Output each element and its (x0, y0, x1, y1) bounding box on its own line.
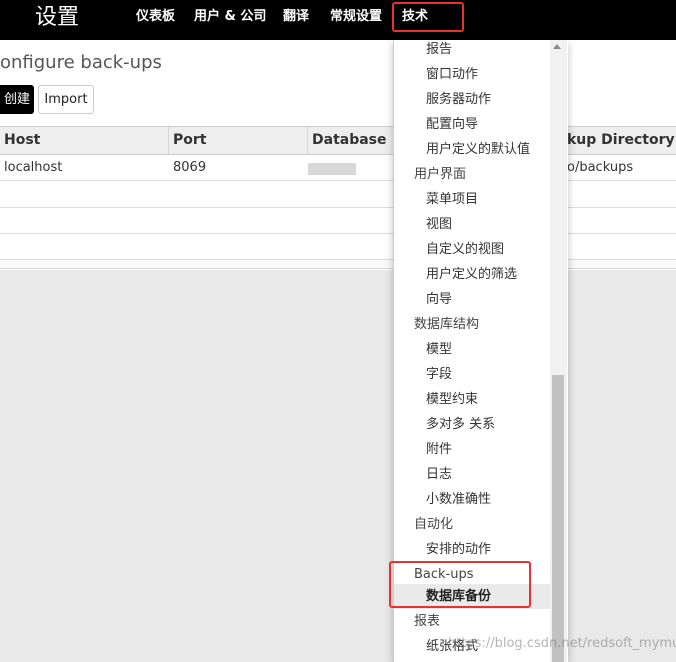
menu-item-logging[interactable]: 日志 (394, 462, 552, 487)
table-footer (0, 260, 676, 269)
nav-translations[interactable]: 翻译 (283, 0, 309, 40)
menu-item-models[interactable]: 模型 (394, 337, 552, 362)
menu-item-views[interactable]: 视图 (394, 212, 552, 237)
scroll-up-arrow-icon[interactable] (553, 44, 561, 49)
import-button[interactable]: Import (38, 85, 94, 114)
menu-item-user-defaults[interactable]: 用户定义的默认值 (394, 137, 552, 162)
menu-item-fields[interactable]: 字段 (394, 362, 552, 387)
menu-section-user-interface: 用户界面 (414, 167, 467, 182)
column-divider (307, 127, 308, 154)
empty-table-row (0, 208, 676, 234)
menu-section-reporting: 报表 (414, 614, 441, 629)
cell-host: localhost (4, 160, 63, 175)
menu-item-many2many-relations[interactable]: 多对多 关系 (394, 412, 552, 437)
menu-item-server-actions[interactable]: 服务器动作 (394, 87, 552, 112)
nav-users-companies[interactable]: 用户 & 公司 (194, 0, 266, 40)
column-port[interactable]: Port (173, 127, 206, 154)
nav-dashboard[interactable]: 仪表板 (136, 0, 175, 40)
menu-item-wizards[interactable]: 向导 (394, 287, 552, 312)
table-header: Host Port Database kup Directory (0, 126, 676, 155)
cell-backup-directory: o/backups (567, 160, 634, 175)
column-host[interactable]: Host (4, 127, 40, 154)
menu-section-database-structure: 数据库结构 (414, 317, 480, 332)
menu-item-menu-items[interactable]: 菜单项目 (394, 187, 552, 212)
cell-port: 8069 (173, 160, 207, 175)
menu-item-config-wizards[interactable]: 配置向导 (394, 112, 552, 137)
column-backup-directory[interactable]: kup Directory (567, 127, 675, 154)
menu-item-reports[interactable]: 报告 (394, 40, 552, 62)
scrollbar-thumb[interactable] (552, 375, 564, 662)
column-database[interactable]: Database (312, 127, 387, 154)
app-title: 设置 (35, 5, 80, 30)
menu-item-window-actions[interactable]: 窗口动作 (394, 62, 552, 87)
menu-item-scheduled-actions[interactable]: 安排的动作 (394, 537, 552, 562)
empty-table-row (0, 234, 676, 260)
page-title: onfigure back-ups (0, 52, 162, 73)
create-button[interactable]: 创建 (0, 85, 34, 114)
menu-item-model-constraints[interactable]: 模型约束 (394, 387, 552, 412)
menu-item-attachments[interactable]: 附件 (394, 437, 552, 462)
backups-highlight-box (389, 561, 531, 608)
redacted-database-value (308, 163, 356, 175)
menu-section-automation: 自动化 (414, 517, 454, 532)
empty-table-row (0, 182, 676, 208)
menu-item-decimal-accuracy[interactable]: 小数准确性 (394, 487, 552, 512)
menu-item-user-filters[interactable]: 用户定义的筛选 (394, 262, 552, 287)
watermark-text: https://blog.csdn.net/redsoft_mymuch (448, 636, 676, 651)
technical-highlight-box (392, 2, 464, 32)
column-divider (168, 127, 169, 154)
menu-item-custom-views[interactable]: 自定义的视图 (394, 237, 552, 262)
nav-general-settings[interactable]: 常规设置 (330, 0, 382, 40)
